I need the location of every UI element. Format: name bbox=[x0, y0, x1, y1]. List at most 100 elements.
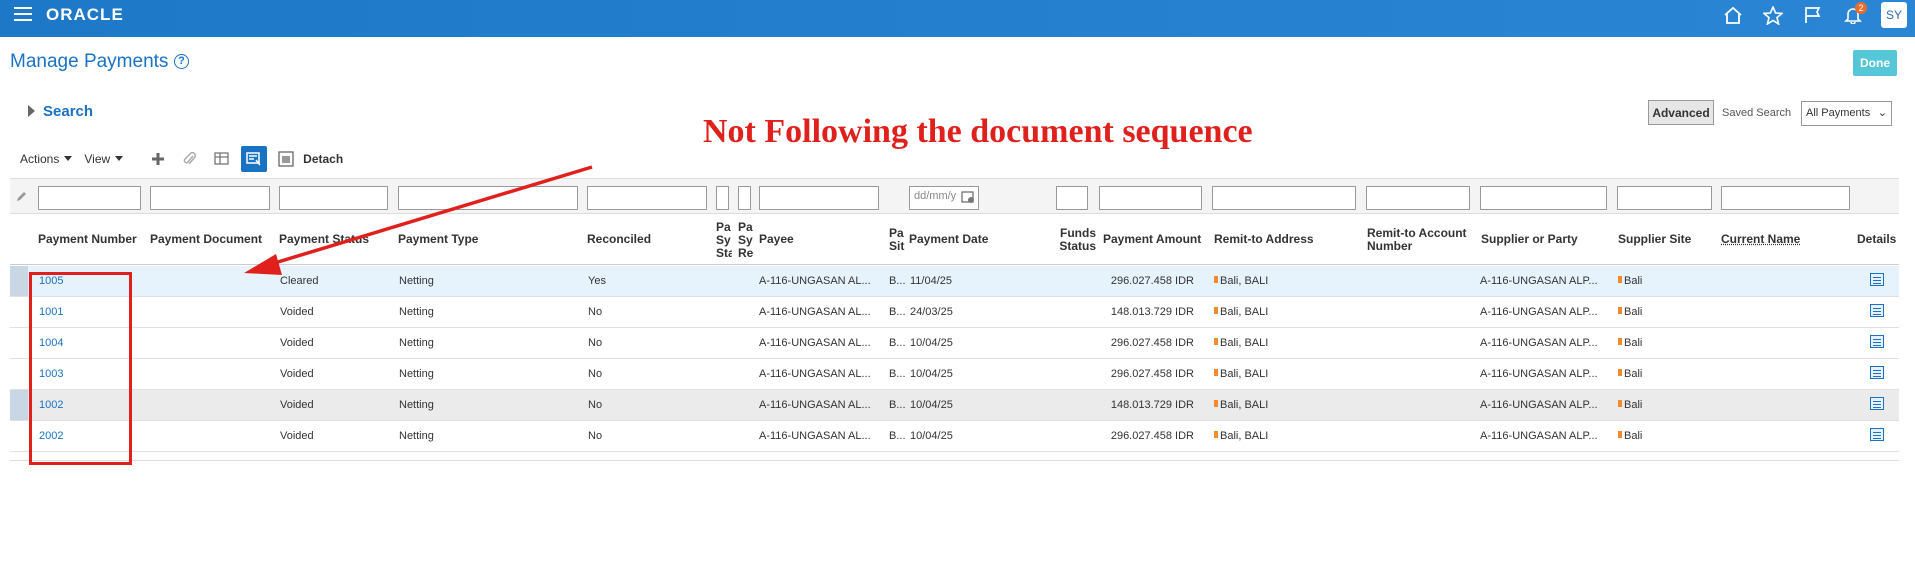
calendar-icon[interactable] bbox=[961, 190, 975, 207]
supplier-or-party: A-116-UNGASAN ALP... bbox=[1480, 306, 1608, 318]
filter-payee[interactable] bbox=[759, 186, 879, 210]
remit-to-address-text: Bali, BALI bbox=[1220, 430, 1269, 442]
attachment-paperclip-icon[interactable] bbox=[177, 146, 203, 172]
col-pa-sit[interactable]: Pa Sit bbox=[889, 227, 905, 255]
payment-amount: 296.027.458 IDR bbox=[1090, 275, 1194, 287]
navigator-menu-icon[interactable] bbox=[14, 7, 32, 23]
table-row[interactable]: 2002 Voided Netting No A-116-UNGASAN AL... B.… bbox=[10, 421, 1899, 452]
supplier-site-text: Bali bbox=[1624, 430, 1643, 442]
col-remit-to-address[interactable]: Remit-to Address bbox=[1214, 233, 1314, 246]
filter-supplier-site[interactable] bbox=[1617, 186, 1712, 210]
reconciled-text: No bbox=[588, 306, 603, 318]
col-payment-date[interactable]: Payment Date bbox=[909, 233, 988, 246]
filter-remit-to-account[interactable] bbox=[1366, 186, 1470, 210]
actions-menu[interactable]: Actions bbox=[20, 152, 73, 166]
date-placeholder: dd/mm/y bbox=[914, 190, 957, 202]
col-payment-document[interactable]: Payment Document bbox=[150, 233, 262, 246]
table-row[interactable]: 1005 Cleared Netting Yes A-116-UNGASAN AL...… bbox=[10, 266, 1899, 297]
details-icon[interactable] bbox=[1870, 397, 1884, 410]
payee-site-text: B... bbox=[889, 337, 906, 349]
payment-status-text: Cleared bbox=[280, 275, 319, 287]
col-supplier-or-party[interactable]: Supplier or Party bbox=[1481, 233, 1578, 246]
supplier-or-party-text: A-116-UNGASAN ALP... bbox=[1480, 337, 1598, 349]
remit-to-address: Bali, BALI bbox=[1214, 337, 1268, 349]
col-payment-amount[interactable]: Payment Amount bbox=[1103, 233, 1201, 246]
detach-icon[interactable] bbox=[273, 146, 299, 172]
view-menu[interactable]: View bbox=[84, 152, 124, 166]
filter-pa-sy-sta[interactable] bbox=[716, 186, 729, 210]
search-toggle[interactable]: Search bbox=[28, 103, 93, 120]
filter-payment-document[interactable] bbox=[150, 186, 270, 210]
col-reconciled[interactable]: Reconciled bbox=[587, 233, 651, 246]
saved-search-select[interactable]: All Payments ⌄ bbox=[1801, 101, 1892, 126]
col-payment-number[interactable]: Payment Number bbox=[38, 233, 137, 246]
watchlist-flag-icon[interactable] bbox=[1793, 0, 1833, 30]
col-payee[interactable]: Payee bbox=[759, 233, 794, 246]
payee-site: B... bbox=[889, 275, 907, 287]
user-avatar[interactable]: SY bbox=[1881, 2, 1907, 28]
add-icon[interactable] bbox=[145, 146, 171, 172]
details-icon[interactable] bbox=[1870, 273, 1884, 286]
table-header: Payment Number Payment Document Payment … bbox=[10, 215, 1899, 265]
payment-date: 10/04/25 bbox=[910, 430, 953, 442]
filter-funds-status[interactable] bbox=[1056, 186, 1088, 210]
filter-current-name[interactable] bbox=[1721, 186, 1850, 210]
table-row[interactable]: 1002 Voided Netting No A-116-UNGASAN AL... B.… bbox=[10, 390, 1899, 421]
col-supplier-site[interactable]: Supplier Site bbox=[1618, 233, 1691, 246]
col-details[interactable]: Details bbox=[1857, 233, 1896, 246]
col-payment-status[interactable]: Payment Status bbox=[279, 233, 369, 246]
col-pa-sy-re[interactable]: Pa Sy Re bbox=[738, 221, 754, 261]
reconciled: No bbox=[588, 368, 602, 380]
supplier-site: Bali bbox=[1618, 306, 1642, 318]
col-remit-to-account-number[interactable]: Remit-to Account Number bbox=[1367, 227, 1477, 253]
home-icon[interactable] bbox=[1713, 0, 1753, 30]
filter-reconciled[interactable] bbox=[587, 186, 707, 210]
advanced-button[interactable]: Advanced bbox=[1648, 100, 1714, 125]
payee-site-text: B... bbox=[889, 399, 906, 411]
filter-payment-number[interactable] bbox=[38, 186, 141, 210]
payment-status: Voided bbox=[280, 399, 314, 411]
details-icon[interactable] bbox=[1870, 304, 1884, 317]
supplier-site-text: Bali bbox=[1624, 275, 1643, 287]
payment-amount: 148.013.729 IDR bbox=[1090, 306, 1194, 318]
query-by-example-icon[interactable] bbox=[241, 146, 268, 172]
col-funds-status[interactable]: Funds Status bbox=[1050, 227, 1096, 253]
payment-date-text: 10/04/25 bbox=[910, 430, 953, 442]
col-payment-type[interactable]: Payment Type bbox=[398, 233, 478, 246]
filter-pa-sy-re[interactable] bbox=[738, 186, 751, 210]
details-icon[interactable] bbox=[1870, 335, 1884, 348]
help-icon[interactable]: ? bbox=[174, 54, 189, 69]
favorites-star-icon[interactable] bbox=[1753, 0, 1793, 30]
payee: A-116-UNGASAN AL... bbox=[759, 306, 881, 318]
freeze-columns-icon[interactable] bbox=[209, 146, 235, 172]
notifications-bell-icon[interactable]: 2 bbox=[1833, 0, 1873, 30]
clear-filter-pencil-icon[interactable] bbox=[15, 190, 27, 208]
filter-remit-to-address[interactable] bbox=[1212, 186, 1356, 210]
supplier-or-party-text: A-116-UNGASAN ALP... bbox=[1480, 430, 1598, 442]
payment-status: Cleared bbox=[280, 275, 319, 287]
table-row[interactable]: 1004 Voided Netting No A-116-UNGASAN AL... B.… bbox=[10, 328, 1899, 359]
payment-amount: 148.013.729 IDR bbox=[1090, 399, 1194, 411]
flag-icon bbox=[1618, 276, 1622, 283]
table-row[interactable]: 1001 Voided Netting No A-116-UNGASAN AL... B.… bbox=[10, 297, 1899, 328]
details-icon[interactable] bbox=[1870, 366, 1884, 379]
filter-payment-status[interactable] bbox=[279, 186, 388, 210]
done-button[interactable]: Done bbox=[1853, 50, 1897, 76]
col-pa-sy-sta[interactable]: Pa Sy Sta bbox=[716, 221, 732, 261]
supplier-or-party-text: A-116-UNGASAN ALP... bbox=[1480, 399, 1598, 411]
table-row[interactable]: 1003 Voided Netting No A-116-UNGASAN AL... B.… bbox=[10, 359, 1899, 390]
payee-site-text: B... bbox=[889, 275, 906, 287]
remit-to-address-text: Bali, BALI bbox=[1220, 337, 1269, 349]
supplier-site: Bali bbox=[1618, 430, 1642, 442]
table-toolbar: Actions View Detach bbox=[20, 146, 343, 172]
col-current-name[interactable]: Current Name bbox=[1721, 233, 1800, 246]
filter-payment-type[interactable] bbox=[398, 186, 578, 210]
filter-payment-amount[interactable] bbox=[1099, 186, 1202, 210]
detach-label[interactable]: Detach bbox=[303, 152, 343, 166]
chevron-down-icon: ⌄ bbox=[1877, 107, 1887, 119]
flag-icon bbox=[1214, 369, 1218, 376]
filter-supplier-or-party[interactable] bbox=[1480, 186, 1607, 210]
payee: A-116-UNGASAN AL... bbox=[759, 275, 881, 287]
filter-payment-date[interactable]: dd/mm/y bbox=[909, 186, 979, 210]
details-icon[interactable] bbox=[1870, 428, 1884, 441]
